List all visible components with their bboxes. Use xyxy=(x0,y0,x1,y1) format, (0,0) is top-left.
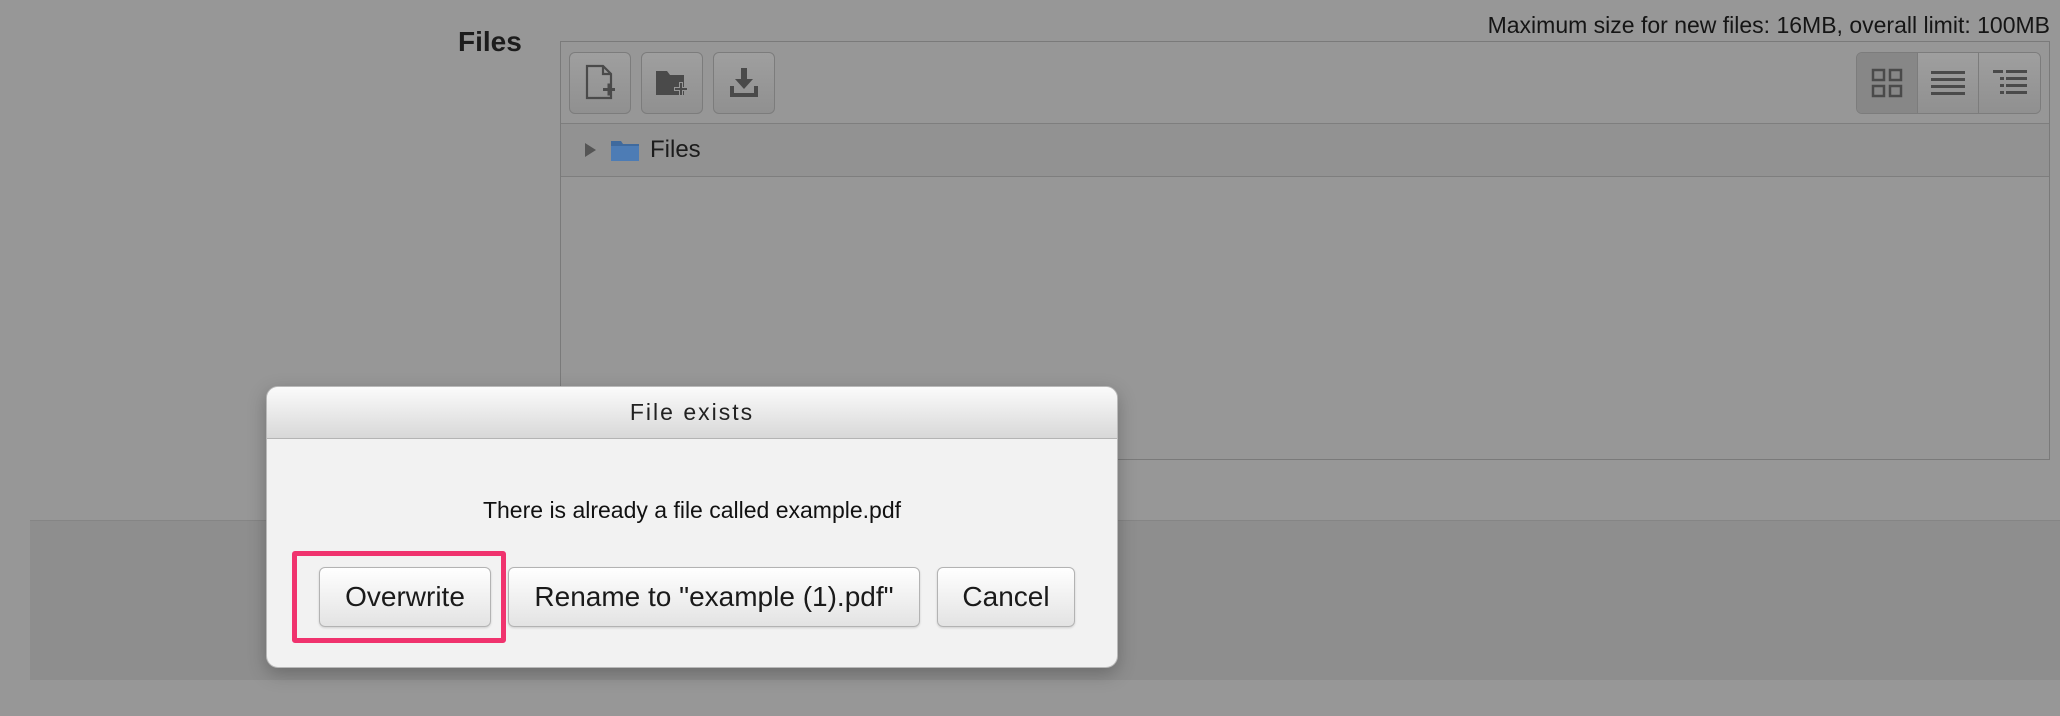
path-folder-label[interactable]: Files xyxy=(650,136,701,164)
dialog-message: There is already a file called example.p… xyxy=(482,497,902,523)
tree-view-button[interactable] xyxy=(1979,53,2040,113)
file-size-limit-text: Maximum size for new files: 16MB, overal… xyxy=(1487,12,2050,38)
create-folder-icon xyxy=(656,71,688,96)
download-button[interactable] xyxy=(713,52,775,114)
file-manager-path-bar: Files xyxy=(561,124,2049,177)
tree-view-icon xyxy=(1992,70,2027,94)
files-field-label: Files xyxy=(458,26,522,57)
file-exists-dialog: File exists There is already a file call… xyxy=(266,386,1118,668)
overwrite-button[interactable]: Overwrite xyxy=(319,567,491,627)
folder-icon xyxy=(611,141,639,161)
create-folder-button[interactable] xyxy=(641,52,703,114)
dialog-title: File exists xyxy=(267,387,1117,439)
list-view-button[interactable] xyxy=(1918,53,1979,113)
cancel-button[interactable]: Cancel xyxy=(937,567,1075,627)
list-view-icon xyxy=(1931,71,1965,95)
add-file-icon xyxy=(585,64,615,100)
add-file-button[interactable] xyxy=(569,52,631,114)
rename-button[interactable]: Rename to "example (1).pdf" xyxy=(508,567,920,627)
expand-arrow-icon[interactable] xyxy=(585,143,596,157)
grid-view-button[interactable] xyxy=(1857,53,1918,113)
grid-view-icon xyxy=(1871,68,1903,98)
download-icon xyxy=(730,68,758,97)
file-manager-toolbar xyxy=(561,42,2049,124)
view-mode-group xyxy=(1856,52,2041,114)
